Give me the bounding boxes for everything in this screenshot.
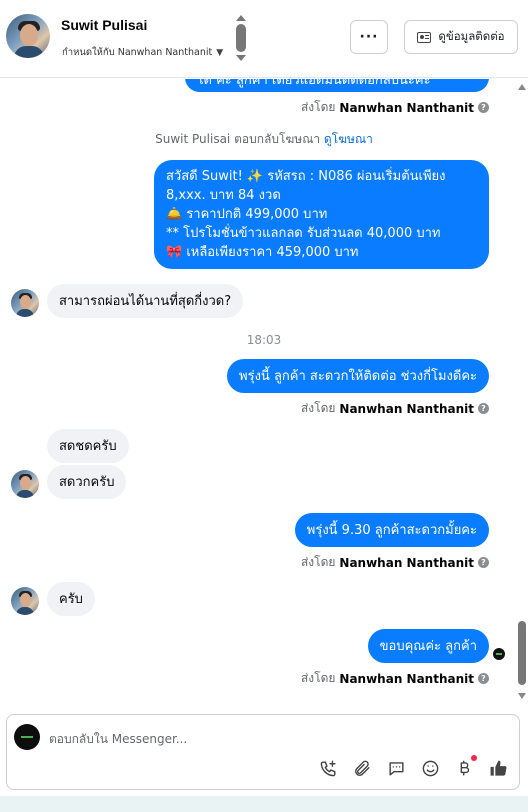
message-composer — [6, 714, 520, 790]
view-ad-link[interactable]: ดูโฆษณา — [324, 132, 373, 146]
contact-avatar-small[interactable] — [11, 587, 39, 615]
contact-avatar-small[interactable] — [11, 470, 39, 498]
message-outgoing[interactable]: พรุ่งนี้ ลูกค้า สะดวกให้ติดต่อ ช่วงกี่โม… — [227, 359, 489, 393]
footer-strip — [0, 796, 528, 812]
message-thread[interactable]: ได้ ค่ะ ลูกค้า เดี๋ยวแอดมินติดต่อกลับนะค… — [0, 79, 528, 706]
composer-toolbar — [317, 755, 509, 779]
scroll-thumb[interactable] — [236, 24, 246, 52]
timestamp: 18:03 — [246, 333, 282, 347]
caret-down-icon: ▼ — [216, 47, 224, 58]
emoji-icon[interactable] — [419, 757, 441, 779]
thumbs-up-icon[interactable] — [487, 757, 509, 779]
message-incoming[interactable]: สามารถผ่อนได้นานที่สุดกี่งวด? — [47, 284, 244, 318]
message-outgoing[interactable]: ขอบคุณค่ะ ลูกค้า — [367, 629, 489, 663]
message-outgoing-partial[interactable]: ได้ ค่ะ ลูกค้า เดี๋ยวแอดมินติดต่อกลับนะค… — [185, 79, 489, 92]
message-incoming[interactable]: สดชดครับ — [47, 429, 129, 463]
paperclip-icon[interactable] — [351, 757, 373, 779]
help-icon[interactable]: ? — [478, 102, 489, 113]
scroll-up-icon[interactable] — [236, 15, 246, 21]
contact-name[interactable]: Suwit Pulisai — [61, 17, 147, 33]
scroll-up-icon[interactable] — [518, 84, 526, 90]
baht-icon[interactable] — [453, 755, 477, 779]
phone-add-icon[interactable] — [317, 757, 339, 779]
header-scroll-control[interactable] — [235, 15, 247, 63]
help-icon[interactable]: ? — [478, 557, 489, 568]
sent-by-label: ส่งโดย Nanwhan Nanthanit? — [301, 98, 489, 117]
view-contact-label: ดูข้อมูลติดต่อ — [438, 29, 505, 43]
assignee-selector[interactable]: กำหนดให้กับ Nanwhan Nanthanit ▼ — [62, 45, 223, 60]
message-outgoing[interactable]: พรุ่งนี้ 9.30 ลูกค้าสะดวกมั้ยคะ — [294, 513, 489, 547]
contact-avatar[interactable] — [6, 14, 50, 58]
scroll-down-icon[interactable] — [518, 693, 526, 699]
notification-dot — [471, 755, 477, 761]
message-incoming[interactable]: ครับ — [47, 582, 95, 616]
sent-by-label: ส่งโดย Nanwhan Nanthanit? — [301, 553, 489, 572]
ad-reply-notice: Suwit Pulisai ตอบกลับโฆษณา ดูโฆษณา — [155, 132, 373, 146]
page-avatar — [14, 724, 40, 750]
sent-by-label: ส่งโดย Nanwhan Nanthanit? — [301, 399, 489, 418]
view-contact-button[interactable]: ดูข้อมูลติดต่อ — [404, 20, 518, 54]
saved-reply-icon[interactable] — [385, 757, 407, 779]
scroll-thumb[interactable] — [518, 621, 526, 685]
scroll-down-icon[interactable] — [236, 55, 246, 61]
conversation-header: Suwit Pulisai กำหนดให้กับ Nanwhan Nantha… — [0, 0, 528, 78]
seen-indicator-avatar — [493, 648, 505, 660]
assignee-label: กำหนดให้กับ Nanwhan Nanthanit — [62, 47, 213, 58]
help-icon[interactable]: ? — [478, 673, 489, 684]
contact-avatar-small[interactable] — [11, 289, 39, 317]
reply-input[interactable] — [49, 729, 349, 749]
message-incoming[interactable]: สดวกครับ — [47, 465, 127, 499]
contact-card-icon — [417, 31, 432, 43]
thread-scrollbar[interactable] — [517, 79, 528, 706]
sent-by-label: ส่งโดย Nanwhan Nanthanit? — [301, 669, 489, 688]
help-icon[interactable]: ? — [478, 403, 489, 414]
more-options-button[interactable]: ··· — [350, 20, 388, 54]
promo-message[interactable]: สวัสดี Suwit! ✨ รหัสรถ : N086 ผ่อนเริ่มต… — [154, 160, 489, 269]
